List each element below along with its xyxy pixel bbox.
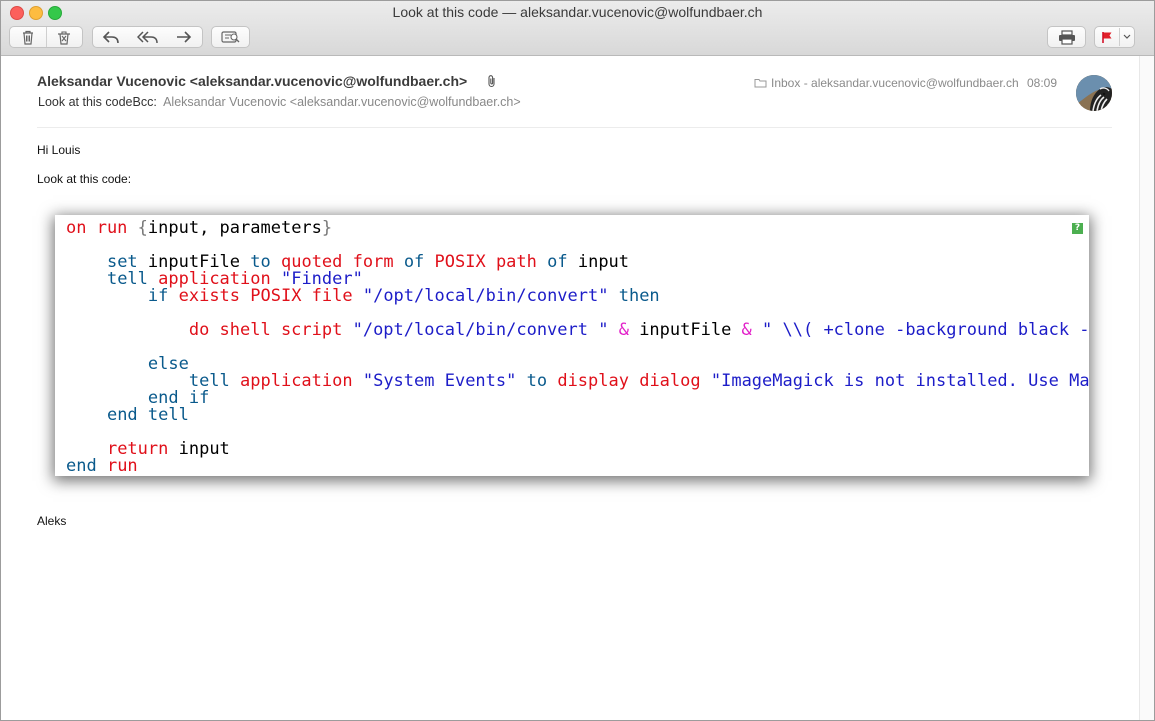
sender[interactable]: Aleksandar Vucenovic <aleksandar.vucenov… xyxy=(37,73,467,89)
code-line: on run {input, parameters} xyxy=(66,220,1089,237)
code-token: to xyxy=(526,371,558,391)
flag-menu-button[interactable] xyxy=(1120,27,1134,47)
code-token: "/opt/local/bin/convert" xyxy=(362,286,619,306)
forward-button[interactable] xyxy=(166,27,202,47)
reply-icon xyxy=(102,31,119,44)
vertical-scrollbar[interactable] xyxy=(1139,56,1154,720)
sender-avatar xyxy=(1076,75,1112,111)
code-token: "ImageMagick is not installed. Use MacPo… xyxy=(710,371,1089,391)
code-token: POSIX path xyxy=(434,252,548,272)
code-token: inputFile xyxy=(639,320,742,340)
red-flag-icon xyxy=(1102,31,1112,43)
forward-arrow-icon xyxy=(177,31,192,43)
code-line: return input xyxy=(66,441,1089,458)
code-token: run xyxy=(106,456,138,476)
code-line: do shell script "/opt/local/bin/convert … xyxy=(66,322,1089,339)
junk-icon xyxy=(58,30,71,45)
code-line: if exists POSIX file "/opt/local/bin/con… xyxy=(66,288,1089,305)
delete-button[interactable] xyxy=(10,27,46,47)
code-token: & xyxy=(741,320,763,340)
code-token: input xyxy=(178,439,230,459)
trash-icon xyxy=(22,30,33,45)
header-divider xyxy=(37,127,1112,128)
greeting: Hi Louis xyxy=(37,143,81,157)
window-title: Look at this code — aleksandar.vucenovic… xyxy=(392,4,763,20)
mail-window: Look at this code — aleksandar.vucenovic… xyxy=(0,0,1155,721)
subject: Look at this code xyxy=(38,95,133,109)
code-block[interactable]: ? on run {input, parameters} set inputFi… xyxy=(55,215,1089,476)
chevron-down-icon xyxy=(1123,34,1131,39)
code-token: " \\( +clone -background black -shadow xyxy=(762,320,1089,340)
received-time: 08:09 xyxy=(1027,76,1058,90)
code-token: of xyxy=(547,252,578,272)
delete-junk-group xyxy=(9,26,83,48)
code-token: end xyxy=(66,456,107,476)
mailbox-info: Inbox - aleksandar.vucenovic@wolfundbaer… xyxy=(754,76,1019,90)
signature: Aleks xyxy=(37,514,67,528)
code-token: do shell script xyxy=(188,320,353,340)
bcc-label: Bcc: xyxy=(132,95,157,109)
code-token: exists POSIX file xyxy=(178,286,363,306)
printer-icon xyxy=(1058,29,1075,45)
code-line: end tell xyxy=(66,407,1089,424)
code-token: { xyxy=(137,218,148,238)
junk-button[interactable] xyxy=(46,27,82,47)
code-token: if xyxy=(147,286,179,306)
print-button[interactable] xyxy=(1047,26,1086,48)
paperclip-icon[interactable] xyxy=(487,74,497,88)
code-line: tell application "System Events" to disp… xyxy=(66,373,1089,390)
code-token: & xyxy=(618,320,640,340)
reply-all-button[interactable] xyxy=(129,27,166,47)
code-token: input xyxy=(577,252,630,272)
code-line: end run xyxy=(66,458,1089,475)
bcc-recipient[interactable]: Aleksandar Vucenovic <aleksandar.vucenov… xyxy=(163,95,521,109)
code-token: "System Events" xyxy=(362,371,527,391)
reply-all-icon xyxy=(136,31,158,44)
flag-button[interactable] xyxy=(1094,26,1135,48)
code-token: on run xyxy=(66,218,138,238)
zebra-avatar-image xyxy=(1076,75,1112,111)
mailbox-name: Inbox - aleksandar.vucenovic@wolfundbaer… xyxy=(771,76,1019,90)
applescript-code: on run {input, parameters} set inputFile… xyxy=(66,220,1089,475)
move-to-mailbox-icon xyxy=(220,30,239,43)
subject-bcc-line: Look at this codeBcc: Aleksandar Vucenov… xyxy=(38,95,521,109)
code-token: application xyxy=(240,371,363,391)
mailbox-folder-icon xyxy=(754,79,767,88)
code-token: display dialog xyxy=(557,371,711,391)
title-bar: Look at this code — aleksandar.vucenovic… xyxy=(1,1,1154,56)
code-token: of xyxy=(403,252,435,272)
flag-toggle[interactable] xyxy=(1095,27,1119,47)
reply-group xyxy=(92,26,203,48)
move-button[interactable] xyxy=(211,26,250,48)
code-token: "/opt/local/bin/convert " xyxy=(352,320,619,340)
code-token: then xyxy=(618,286,660,306)
code-token: end tell xyxy=(106,405,189,425)
code-token: input, parameters xyxy=(147,218,322,238)
intro-text: Look at this code: xyxy=(37,172,132,186)
reply-button[interactable] xyxy=(93,27,129,47)
code-token: } xyxy=(321,218,333,238)
code-line: end if xyxy=(66,390,1089,407)
